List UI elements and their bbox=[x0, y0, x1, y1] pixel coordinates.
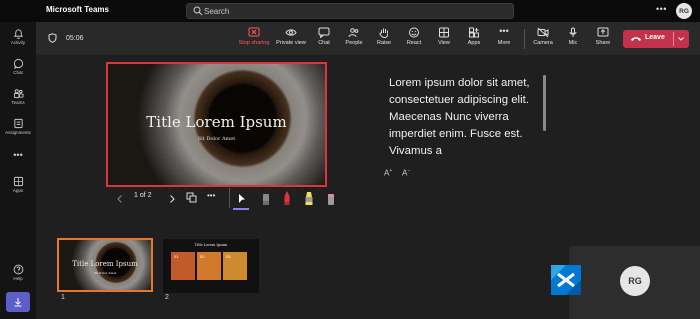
previous-slide-icon[interactable] bbox=[116, 194, 124, 204]
chevron-down-icon[interactable] bbox=[677, 35, 685, 43]
more-options-icon[interactable]: ••• bbox=[656, 4, 667, 14]
bell-icon bbox=[13, 29, 23, 39]
participant-avatar: RG bbox=[620, 266, 650, 296]
increase-font-button[interactable]: A+ bbox=[384, 168, 392, 178]
share-button[interactable]: Share bbox=[583, 27, 623, 46]
eraser-icon[interactable] bbox=[326, 191, 336, 207]
chat-icon bbox=[13, 58, 23, 69]
thumbnail-title: Title Lorem Ipsum bbox=[194, 243, 228, 247]
download-icon bbox=[14, 298, 22, 307]
decrease-font-button[interactable]: A− bbox=[402, 168, 410, 178]
rail-item-chat[interactable]: Chat bbox=[0, 58, 36, 75]
tool-label: Stop sharing bbox=[238, 40, 270, 46]
rail-label: Chat bbox=[13, 70, 23, 75]
thumbnail-box: 02 bbox=[197, 252, 221, 280]
search-box[interactable]: Search bbox=[186, 3, 514, 19]
more-options-icon[interactable]: ••• bbox=[207, 191, 215, 200]
tool-label: More bbox=[497, 40, 511, 46]
hand-icon bbox=[379, 28, 388, 38]
thumbnail-number: 2 bbox=[165, 294, 169, 301]
next-slide-icon[interactable] bbox=[168, 194, 176, 204]
rail-label: Teams bbox=[11, 100, 25, 105]
control-divider bbox=[229, 188, 230, 208]
leave-divider bbox=[673, 32, 674, 46]
red-pen-icon[interactable] bbox=[282, 190, 292, 207]
smiley-icon bbox=[409, 27, 419, 38]
thumbnail-box: 03 bbox=[223, 252, 247, 280]
teams-window: Microsoft Teams Search ••• RG Activity C… bbox=[0, 0, 700, 319]
stop-sharing-button[interactable]: Stop sharing bbox=[234, 27, 274, 46]
download-button[interactable] bbox=[6, 292, 30, 312]
rail-label: Apps bbox=[12, 188, 24, 193]
rail-more-icon[interactable]: ••• bbox=[0, 150, 36, 160]
camera-icon bbox=[537, 27, 549, 38]
thumbnail-box: 01 bbox=[171, 252, 195, 280]
thumbnail-title: Title Lorem Ipsum bbox=[72, 260, 138, 268]
slide-thumbnail-1[interactable]: Title Lorem Ipsum Sit Dolor Amet bbox=[57, 238, 153, 292]
exchange-logo-icon bbox=[551, 265, 581, 295]
assignments-icon bbox=[13, 118, 23, 129]
rail-item-apps[interactable]: Apps bbox=[0, 176, 36, 193]
apps-icon bbox=[13, 176, 23, 187]
rail-label: Help bbox=[13, 276, 23, 281]
stop-sharing-icon bbox=[248, 27, 260, 37]
teams-icon bbox=[13, 89, 24, 99]
rail-item-assignments[interactable]: Assignments bbox=[0, 118, 36, 135]
slide-counter: 1 of 2 bbox=[134, 192, 152, 199]
more-button[interactable]: ••• More bbox=[484, 26, 524, 47]
title-bar: Microsoft Teams Search ••• RG bbox=[0, 0, 700, 22]
more-icon: ••• bbox=[499, 26, 509, 36]
thumbnail-box-label: 01 bbox=[174, 254, 179, 259]
rail-item-activity[interactable]: Activity bbox=[0, 28, 36, 45]
thumbnail-box-label: 03 bbox=[226, 254, 231, 259]
share-icon bbox=[597, 27, 609, 37]
profile-avatar[interactable]: RG bbox=[676, 3, 692, 19]
chat-icon bbox=[318, 27, 330, 38]
search-placeholder: Search bbox=[204, 7, 230, 16]
meeting-toolbar: 05:06 Stop sharing Private view Chat Peo… bbox=[36, 22, 700, 55]
tool-label: Share bbox=[595, 40, 611, 46]
speaker-notes: Lorem ipsum dolor sit amet, consectetuer… bbox=[389, 77, 530, 157]
shield-icon bbox=[48, 33, 57, 43]
apps-icon bbox=[469, 27, 479, 38]
eraser-tool-icon[interactable] bbox=[261, 191, 271, 207]
presenter-stage: Title Lorem Ipsum Sit Dolor Amet 1 of 2 … bbox=[36, 55, 700, 319]
slide-thumbnail-2[interactable]: Title Lorem Ipsum 01 02 03 bbox=[163, 239, 259, 293]
thumbnail-box-label: 02 bbox=[200, 254, 205, 259]
grid-view-icon bbox=[439, 27, 449, 38]
leave-button[interactable]: Leave bbox=[623, 30, 689, 48]
rail-label: Assignments bbox=[5, 130, 31, 135]
pointer-selected-indicator bbox=[233, 208, 249, 210]
rail-label: Activity bbox=[10, 40, 26, 45]
slide-subtitle: Sit Dolor Amet bbox=[197, 136, 236, 142]
leave-label: Leave bbox=[645, 34, 665, 41]
rail-item-help[interactable]: Help bbox=[0, 264, 36, 281]
rail-item-teams[interactable]: Teams bbox=[0, 88, 36, 105]
pointer-icon[interactable] bbox=[237, 193, 247, 205]
mic-icon bbox=[569, 27, 577, 37]
thumbnail-subtitle: Sit Dolor Amet bbox=[93, 271, 117, 275]
notes-scrollbar[interactable] bbox=[543, 75, 546, 131]
help-icon bbox=[13, 264, 23, 275]
people-icon bbox=[348, 28, 359, 38]
participant-tile[interactable]: RG bbox=[569, 246, 700, 319]
search-icon bbox=[193, 6, 203, 16]
app-rail: Activity Chat Teams Assignments ••• Apps… bbox=[0, 22, 36, 319]
phone-hangup-icon bbox=[631, 37, 641, 41]
slide-title: Title Lorem Ipsum bbox=[146, 113, 287, 131]
slide-grid-icon[interactable] bbox=[186, 192, 197, 203]
highlighter-icon[interactable] bbox=[303, 190, 315, 207]
meeting-timer: 05:06 bbox=[66, 35, 84, 42]
eye-icon bbox=[285, 29, 297, 36]
current-slide: Title Lorem Ipsum Sit Dolor Amet bbox=[106, 62, 327, 187]
thumbnail-number: 1 bbox=[61, 294, 65, 301]
app-title: Microsoft Teams bbox=[46, 5, 109, 14]
